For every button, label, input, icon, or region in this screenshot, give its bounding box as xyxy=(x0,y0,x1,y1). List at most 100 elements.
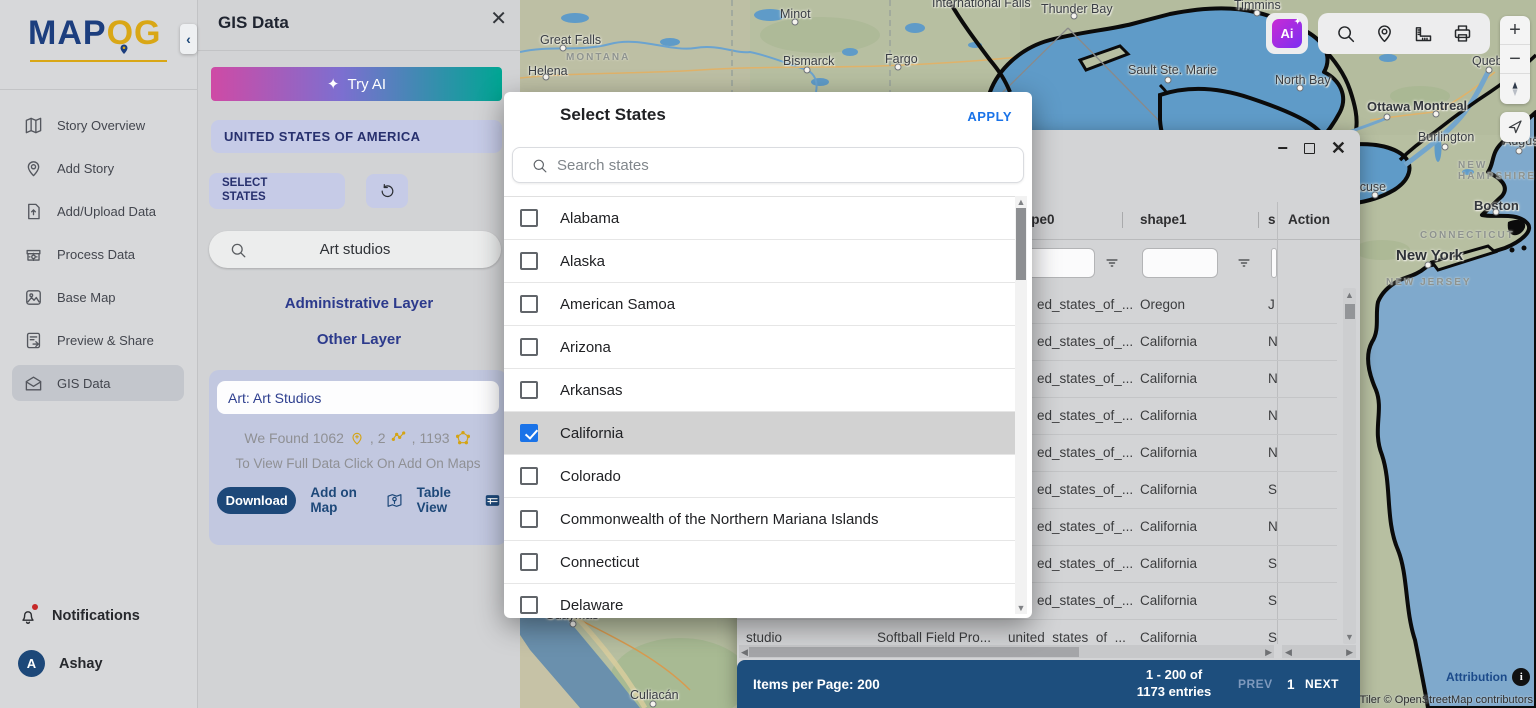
scroll-down-icon[interactable]: ▼ xyxy=(1015,603,1027,613)
try-ai-button[interactable]: ✦ Try AI xyxy=(211,67,502,101)
scroll-right-icon[interactable]: ▶ xyxy=(1346,647,1353,658)
zoom-to-feature-icon[interactable] xyxy=(1297,332,1318,353)
add-on-map-button[interactable]: Add on Map xyxy=(310,485,402,515)
filter-icon[interactable] xyxy=(1104,255,1120,271)
table-vertical-scrollbar[interactable]: ▲ ▼ xyxy=(1343,288,1356,644)
state-checkbox[interactable] xyxy=(520,596,538,614)
scrollbar-thumb[interactable] xyxy=(749,647,1079,657)
sidebar-item-notifications[interactable]: Notifications xyxy=(18,606,140,626)
map-city-label: Bismarck xyxy=(783,54,834,68)
column-header-s[interactable]: s xyxy=(1268,212,1276,227)
scroll-right-icon[interactable]: ▶ xyxy=(1265,647,1272,658)
select-states-button[interactable]: SELECT STATES xyxy=(209,173,345,209)
state-checkbox[interactable] xyxy=(520,338,538,356)
action-column-scrollbar[interactable]: ◀ ▶ xyxy=(1282,645,1356,658)
reset-button[interactable] xyxy=(366,174,408,208)
modal-scrollbar[interactable]: ▲ ▼ xyxy=(1015,196,1027,614)
sidebar-item-story-overview[interactable]: Story Overview xyxy=(12,107,184,143)
avatar: A xyxy=(18,650,45,677)
zoom-to-feature-icon[interactable] xyxy=(1297,628,1318,644)
zoom-to-feature-icon[interactable] xyxy=(1297,554,1318,575)
location-pin-icon[interactable] xyxy=(1374,23,1395,44)
cell-shape0: ed_states_of_... xyxy=(1037,556,1133,571)
zoom-to-feature-icon[interactable] xyxy=(1297,443,1318,464)
zoom-out-button[interactable]: − xyxy=(1500,45,1530,74)
zoom-to-feature-icon[interactable] xyxy=(1297,517,1318,538)
scroll-down-icon[interactable]: ▼ xyxy=(1343,632,1356,642)
close-icon[interactable]: ✕ xyxy=(1331,139,1346,157)
download-button[interactable]: Download xyxy=(217,487,296,514)
column-filter-input[interactable] xyxy=(1142,248,1218,278)
sidebar-item-add-story[interactable]: Add Story xyxy=(12,150,184,186)
maximize-icon[interactable] xyxy=(1304,143,1315,154)
state-checkbox[interactable] xyxy=(520,467,538,485)
filter-icon[interactable] xyxy=(1236,255,1252,271)
table-view-button[interactable]: Table View xyxy=(417,485,501,515)
state-row-american-samoa[interactable]: American Samoa xyxy=(504,283,1016,326)
table-row[interactable]: studioSoftball Field Pro...united_states… xyxy=(737,620,1337,644)
state-row-arkansas[interactable]: Arkansas xyxy=(504,369,1016,412)
sidebar-item-profile[interactable]: A Ashay xyxy=(18,650,103,677)
state-row-arizona[interactable]: Arizona xyxy=(504,326,1016,369)
state-checkbox[interactable] xyxy=(520,510,538,528)
map-city-label: Montreal xyxy=(1413,98,1467,113)
scrollbar-thumb[interactable] xyxy=(1345,304,1355,319)
zoom-to-feature-icon[interactable] xyxy=(1297,480,1318,501)
scroll-left-icon[interactable]: ◀ xyxy=(741,647,748,658)
print-icon[interactable] xyxy=(1452,23,1473,44)
state-checkbox[interactable] xyxy=(520,381,538,399)
column-header-shape1[interactable]: shape1 xyxy=(1140,212,1187,227)
state-row-california[interactable]: California xyxy=(504,412,1016,455)
zoom-to-feature-icon[interactable] xyxy=(1297,295,1318,316)
state-row-alaska[interactable]: Alaska xyxy=(504,240,1016,283)
sidebar-item-label: Add/Upload Data xyxy=(57,204,156,219)
locate-me-button[interactable] xyxy=(1500,112,1530,142)
scroll-up-icon[interactable]: ▲ xyxy=(1015,197,1027,207)
cell-shape1: California xyxy=(1140,593,1197,608)
sidebar-item-base-map[interactable]: Base Map xyxy=(12,279,184,315)
state-checkbox[interactable] xyxy=(520,252,538,270)
state-row-colorado[interactable]: Colorado xyxy=(504,455,1016,498)
zoom-to-feature-icon[interactable] xyxy=(1297,591,1318,612)
state-row-commonwealth-of-the-northern-mariana-islands[interactable]: Commonwealth of the Northern Mariana Isl… xyxy=(504,498,1016,541)
measure-ruler-icon[interactable] xyxy=(1413,23,1434,44)
prev-page-button[interactable]: PREV xyxy=(1238,677,1273,691)
scrollbar-thumb[interactable] xyxy=(1016,208,1026,280)
scroll-up-icon[interactable]: ▲ xyxy=(1343,290,1356,300)
cell-next: N xyxy=(1268,445,1278,460)
info-icon[interactable]: i xyxy=(1512,668,1530,686)
panel-collapse-button[interactable]: ‹ xyxy=(180,24,197,54)
zoom-to-feature-icon[interactable] xyxy=(1297,369,1318,390)
sidebar-item-preview-share[interactable]: Preview & Share xyxy=(12,322,184,358)
minimize-icon[interactable]: − xyxy=(1277,139,1288,157)
ai-assistant-button[interactable]: Ai✦ xyxy=(1272,19,1302,48)
sidebar-item-gis-data[interactable]: GIS Data xyxy=(12,365,184,401)
state-checkbox[interactable] xyxy=(520,295,538,313)
state-checkbox[interactable] xyxy=(520,424,538,442)
state-row-alabama[interactable]: Alabama xyxy=(504,197,1016,240)
attribution[interactable]: Attribution i xyxy=(1446,668,1530,686)
layer-search-input[interactable] xyxy=(209,241,501,258)
search-icon[interactable] xyxy=(1335,23,1356,44)
map-city-label: Sault Ste. Marie xyxy=(1128,63,1217,77)
other-layer-heading[interactable]: Other Layer xyxy=(198,331,520,348)
table-horizontal-scrollbar[interactable]: ◀ ▶ xyxy=(739,645,1274,658)
sidebar-item-add-upload-data[interactable]: Add/Upload Data xyxy=(12,193,184,229)
compass-button[interactable] xyxy=(1500,74,1530,103)
zoom-in-button[interactable]: + xyxy=(1500,16,1530,45)
administrative-layer-heading[interactable]: Administrative Layer xyxy=(198,295,520,312)
scroll-left-icon[interactable]: ◀ xyxy=(1285,647,1292,658)
state-row-connecticut[interactable]: Connecticut xyxy=(504,541,1016,584)
state-row-delaware[interactable]: Delaware xyxy=(504,584,1016,618)
zoom-to-feature-icon[interactable] xyxy=(1297,406,1318,427)
state-checkbox[interactable] xyxy=(520,553,538,571)
next-page-button[interactable]: NEXT xyxy=(1305,677,1339,691)
map-city-dot xyxy=(1425,262,1432,269)
current-page-number[interactable]: 1 xyxy=(1287,677,1295,692)
state-search-input[interactable] xyxy=(557,157,1023,174)
panel-close-icon[interactable]: ✕ xyxy=(490,6,507,31)
country-select-button[interactable]: UNITED STATES OF AMERICA xyxy=(211,120,502,153)
apply-button[interactable]: APPLY xyxy=(967,109,1012,124)
sidebar-item-process-data[interactable]: Process Data xyxy=(12,236,184,272)
state-checkbox[interactable] xyxy=(520,209,538,227)
